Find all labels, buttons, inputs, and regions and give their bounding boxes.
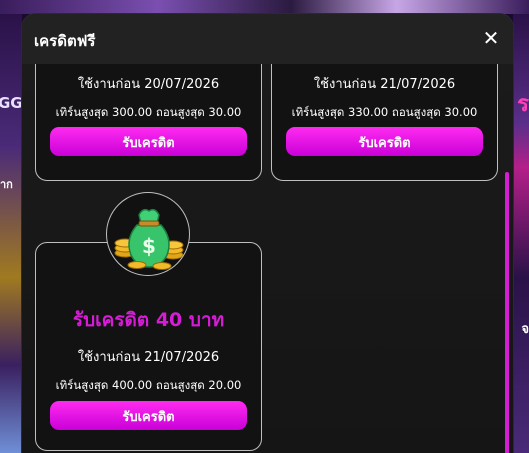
claim-credit-button[interactable]: รับเครดิต — [286, 127, 483, 156]
claim-credit-button[interactable]: รับเครดิต — [50, 401, 247, 430]
background-label: าก — [0, 178, 13, 191]
credit-card: ใช้งานก่อน 21/07/2026 เทิร์นสูงสุด 330.0… — [271, 64, 498, 181]
close-icon[interactable]: ✕ — [479, 26, 503, 50]
free-credit-modal: เครดิตฟรี ✕ ใช้งานก่อน 20/07/2026 เทิร์น… — [22, 14, 513, 453]
background-label: GG — [0, 94, 23, 112]
modal-header: เครดิตฟรี ✕ — [22, 14, 513, 64]
background-label: จ — [521, 322, 529, 337]
credit-limits: เทิร์นสูงสุด 330.00 ถอนสูงสุด 30.00 — [291, 105, 478, 119]
credit-expiry: ใช้งานก่อน 20/07/2026 — [77, 77, 220, 92]
background-label: ร — [517, 92, 529, 117]
credit-expiry: ใช้งานก่อน 21/07/2026 — [313, 77, 456, 92]
background-left-panel — [0, 14, 22, 453]
credit-card: ใช้งานก่อน 20/07/2026 เทิร์นสูงสุด 300.0… — [35, 64, 262, 181]
credit-name: รับเครดิต 40 บาท — [72, 309, 225, 331]
background-right-panel — [513, 14, 529, 453]
background-banner — [0, 0, 529, 14]
modal-body: ใช้งานก่อน 20/07/2026 เทิร์นสูงสุด 300.0… — [22, 64, 513, 453]
scrollbar-thumb[interactable] — [505, 172, 509, 453]
credit-limits: เทิร์นสูงสุด 300.00 ถอนสูงสุด 30.00 — [55, 105, 242, 119]
claim-credit-button[interactable]: รับเครดิต — [50, 127, 247, 156]
money-bag-icon: $ — [106, 192, 190, 276]
credit-expiry: ใช้งานก่อน 21/07/2026 — [77, 350, 220, 365]
modal-title: เครดิตฟรี — [34, 32, 96, 50]
credit-limits: เทิร์นสูงสุด 400.00 ถอนสูงสุด 20.00 — [55, 378, 242, 392]
svg-text:$: $ — [142, 234, 156, 258]
